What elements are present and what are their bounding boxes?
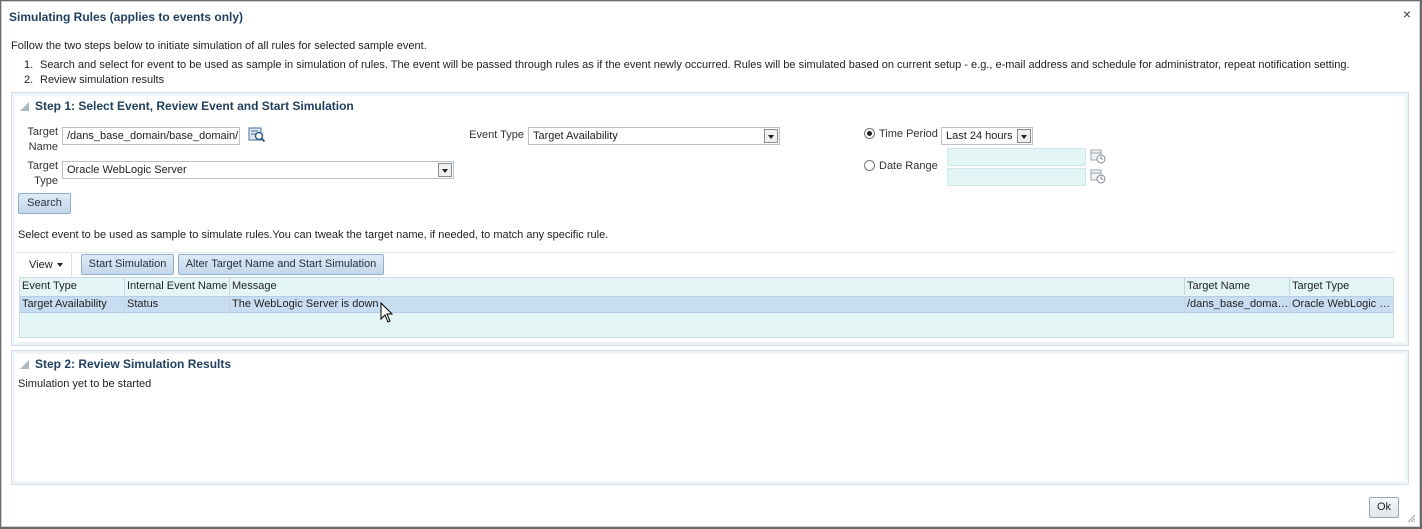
view-menu[interactable]: View: [20, 254, 72, 276]
step1-header-text: Step 1: Select Event, Review Event and S…: [35, 99, 354, 113]
disclosure-triangle-icon[interactable]: [20, 102, 29, 111]
event-type-value: Target Availability: [533, 130, 618, 142]
ok-button[interactable]: Ok: [1369, 497, 1399, 518]
resize-grip-icon[interactable]: [1406, 513, 1416, 523]
step-number: 2.: [24, 74, 34, 86]
intro-text: Follow the two steps below to initiate s…: [11, 40, 427, 52]
date-range-label: Date Range: [879, 160, 938, 172]
date-range-end-input[interactable]: [947, 168, 1086, 186]
simulation-status: Simulation yet to be started: [18, 378, 152, 390]
target-name-label: Target Name: [27, 126, 58, 153]
chevron-down-icon[interactable]: [438, 163, 452, 177]
target-name-input[interactable]: /dans_base_domain/base_domain/l: [62, 127, 240, 145]
target-type-value: Oracle WebLogic Server: [67, 164, 187, 176]
table-row[interactable]: Target Availability Status The WebLogic …: [20, 296, 1393, 313]
cell-internal-event-name: Status: [125, 296, 230, 313]
time-period-radio[interactable]: [864, 128, 875, 139]
mouse-pointer-icon: [380, 302, 394, 323]
table-header-row: Event Type Internal Event Name Message T…: [20, 278, 1393, 295]
search-button[interactable]: Search: [18, 193, 71, 214]
target-type-label: Target Type: [27, 160, 58, 187]
step-text: Search and select for event to be used a…: [40, 59, 1350, 71]
alter-target-start-simulation-button[interactable]: Alter Target Name and Start Simulation: [178, 254, 384, 275]
view-menu-label: View: [29, 259, 53, 271]
simulating-rules-dialog: Simulating Rules (applies to events only…: [1, 1, 1420, 527]
date-range-start-input[interactable]: [947, 148, 1086, 166]
column-header-event-type[interactable]: Event Type: [20, 278, 125, 295]
cell-message: The WebLogic Server is down: [230, 296, 1185, 313]
calendar-icon[interactable]: [1090, 168, 1106, 184]
chevron-down-icon[interactable]: [1017, 129, 1031, 143]
disclosure-triangle-icon[interactable]: [20, 360, 29, 369]
instruction-step-1: 1. Search and select for event to be use…: [24, 59, 1404, 73]
dialog-title: Simulating Rules (applies to events only…: [9, 10, 244, 24]
date-range-radio[interactable]: [864, 160, 875, 171]
step1-header[interactable]: Step 1: Select Event, Review Event and S…: [20, 99, 354, 113]
close-icon[interactable]: ×: [1400, 7, 1414, 21]
toolbar-divider: [17, 252, 1395, 253]
instruction-step-2: 2. Review simulation results: [24, 74, 424, 88]
step-text: Review simulation results: [40, 74, 165, 86]
start-simulation-button[interactable]: Start Simulation: [81, 254, 174, 275]
events-table: Event Type Internal Event Name Message T…: [19, 277, 1394, 338]
step2-header[interactable]: Step 2: Review Simulation Results: [20, 357, 231, 371]
cell-target-type: Oracle WebLogic S...: [1292, 298, 1393, 310]
calendar-icon[interactable]: [1090, 148, 1106, 164]
chevron-down-icon[interactable]: [764, 129, 778, 143]
column-header-message[interactable]: Message: [230, 278, 1185, 295]
time-period-select[interactable]: Last 24 hours: [941, 127, 1033, 145]
event-type-label: Event Type: [469, 129, 524, 141]
cell-event-type: Target Availability: [20, 296, 125, 313]
step-number: 1.: [24, 59, 34, 71]
search-lookup-icon[interactable]: [248, 126, 266, 144]
time-period-label: Time Period: [879, 128, 938, 140]
step2-panel: Step 2: Review Simulation Results Simula…: [11, 350, 1409, 485]
chevron-down-icon: [56, 263, 63, 267]
selection-hint: Select event to be used as sample to sim…: [18, 229, 609, 241]
cell-target-name: /dans_base_domai...: [1185, 296, 1290, 313]
column-header-target-type[interactable]: Target Type: [1290, 278, 1393, 295]
column-header-internal-event-name[interactable]: Internal Event Name: [125, 278, 230, 295]
event-type-select[interactable]: Target Availability: [528, 127, 780, 145]
column-header-target-name[interactable]: Target Name: [1185, 278, 1290, 295]
target-type-select[interactable]: Oracle WebLogic Server: [62, 161, 454, 179]
time-period-value: Last 24 hours: [946, 130, 1013, 142]
step2-header-text: Step 2: Review Simulation Results: [35, 357, 232, 371]
